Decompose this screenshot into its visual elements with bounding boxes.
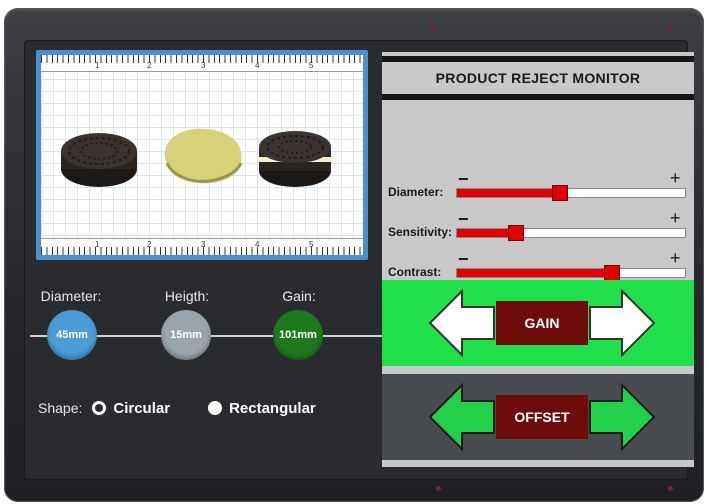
contrast-slider-fill [457,269,613,277]
minus-icon: − [458,209,469,229]
ruler-number: 1 [95,61,100,70]
yellow-disc-image [164,128,243,184]
ruler-number: 5 [309,61,314,70]
ruler-number: 3 [201,240,206,249]
reject-monitor-panel: PRODUCT REJECT MONITOR Diameter: − + Sen… [382,52,694,467]
contrast-slider-thumb[interactable] [604,265,621,281]
diameter-slider-fill [457,189,560,197]
screw-icon [436,486,441,491]
minus-icon: − [458,249,469,269]
circular-radio[interactable] [92,401,107,415]
ruler-number: 4 [255,240,260,249]
offset-increase-arrow-icon[interactable] [588,383,656,451]
sensitivity-slider-label: Sensitivity: [388,225,453,239]
offset-decrease-arrow-icon[interactable] [428,383,496,451]
diameter-slider-label: Diameter: [388,185,444,199]
chocolate-cookie-image [61,133,137,187]
camera-view: 1 2 3 4 5 1 2 3 4 5 [36,50,368,260]
sensitivity-slider[interactable] [456,225,686,241]
screw-icon [668,486,673,491]
ruler-number: 4 [255,61,260,70]
sensitivity-slider-row: Sensitivity: − + [382,208,694,250]
diameter-readout-value: 45mm [47,310,97,360]
offset-button[interactable]: OFFSET [496,395,588,439]
diameter-slider[interactable] [456,185,686,201]
offset-control-band: OFFSET [382,374,694,460]
contrast-slider[interactable] [456,265,686,281]
ruler-number: 2 [147,61,152,70]
gain-control-band: GAIN [382,280,694,366]
shape-label: Shape: [38,400,83,416]
sensitivity-slider-thumb[interactable] [508,225,525,241]
gain-readout-value: 101mm [273,310,323,360]
sandwich-cookie-image [259,131,331,187]
ruler-number: 2 [147,240,152,249]
minus-icon: − [458,169,469,189]
ruler-top: 1 2 3 4 5 [41,55,363,72]
contrast-slider-label: Contrast: [388,265,442,279]
screw-icon [668,25,673,30]
ruler-bottom: 1 2 3 4 5 [41,238,363,255]
plus-icon: + [670,248,681,268]
ruler-number: 1 [95,240,100,249]
gain-increase-arrow-icon[interactable] [588,289,656,357]
ruler-number: 3 [201,61,206,70]
rectangular-radio[interactable] [208,401,223,415]
plus-icon: + [670,168,681,188]
panel-title: PRODUCT REJECT MONITOR [382,56,694,100]
circular-option-label[interactable]: Circular [113,400,170,417]
ruler-number: 5 [309,240,314,249]
diameter-slider-thumb[interactable] [551,185,568,201]
screw-icon [430,25,435,30]
diameter-readout-label: Diameter: [40,288,102,304]
height-readout-value: 15mm [161,310,211,360]
height-readout-label: Heigth: [164,288,210,304]
shape-selector: Shape: Circular Rectangular [38,397,354,419]
plus-icon: + [670,208,681,228]
gain-button[interactable]: GAIN [496,301,588,345]
diameter-slider-row: Diameter: − + [382,168,694,210]
rectangular-option-label[interactable]: Rectangular [229,400,316,417]
camera-grid: 1 2 3 4 5 1 2 3 4 5 [41,55,363,255]
gain-decrease-arrow-icon[interactable] [428,289,496,357]
gain-readout-label: Gain: [282,288,316,304]
